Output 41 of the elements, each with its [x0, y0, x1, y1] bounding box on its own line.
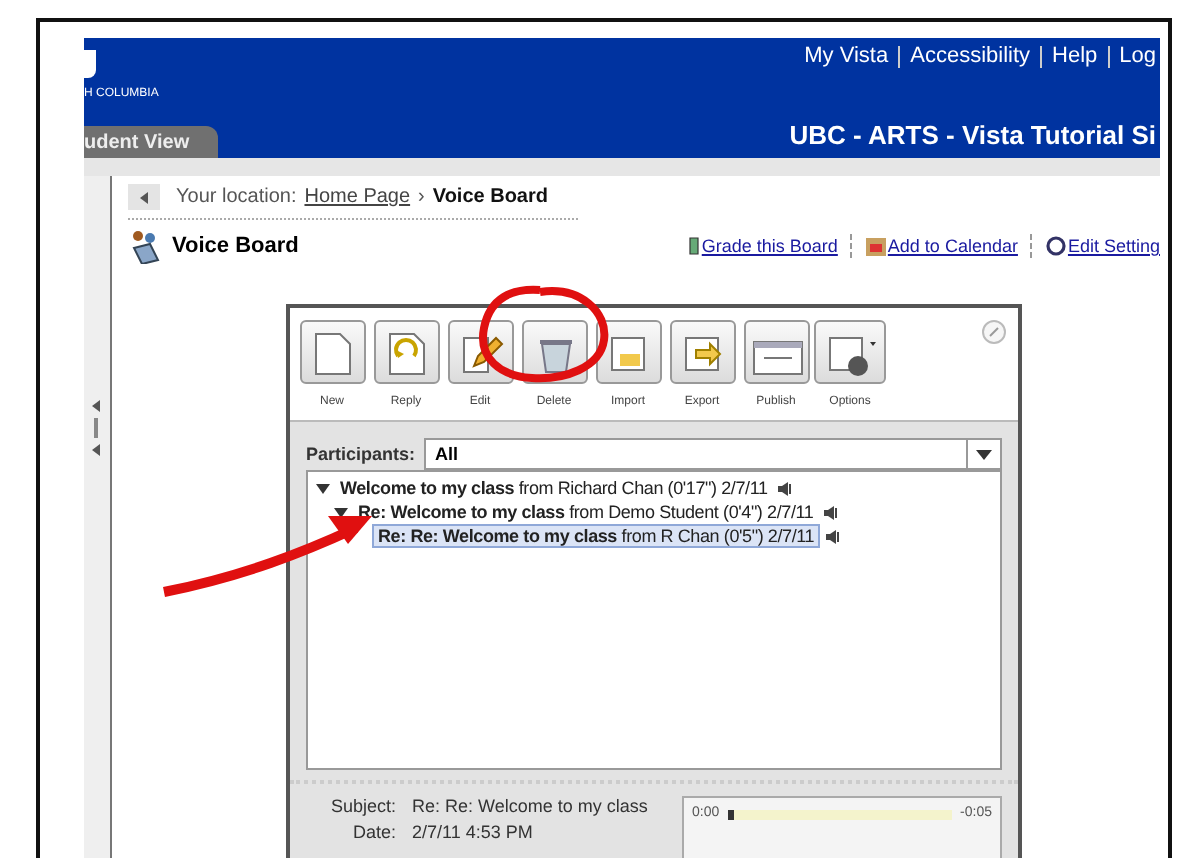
pencil-icon [463, 336, 504, 373]
logo-icon [84, 50, 96, 78]
export-icon [685, 337, 722, 371]
date-label: Date: [352, 822, 396, 842]
back-arrow-icon [140, 191, 148, 203]
playback-track[interactable] [727, 810, 953, 820]
import-icon [611, 337, 645, 371]
message-item[interactable]: Welcome to my class from Richard Chan (0'17") 2/7/11 [336, 478, 772, 498]
reply-icon [389, 333, 425, 375]
breadcrumb-separator: › [418, 186, 425, 208]
speaker-icon [823, 505, 840, 519]
participants-label: Participants: [306, 444, 416, 464]
breadcrumb-current: Voice Board [432, 186, 548, 208]
trash-icon [540, 340, 572, 373]
subject-value: Re: Re: Welcome to my class [412, 796, 648, 816]
people-icon [128, 228, 160, 264]
subject-label: Subject: [330, 796, 396, 816]
site-title: UBC - ARTS - Vista Tutorial Si [789, 120, 1158, 154]
back-button[interactable] [128, 184, 160, 210]
header-link[interactable]: Help [1052, 44, 1098, 68]
date-value: 2/7/11 4:53 PM [412, 822, 535, 842]
header-link[interactable]: My Vista [804, 44, 889, 68]
view-tab[interactable]: udent View [84, 126, 218, 158]
message-item[interactable]: Re: Re: Welcome to my class from R Chan (0'5") 2/7/11 [372, 524, 821, 548]
page-icon [315, 333, 351, 375]
page-title: Voice Board [172, 234, 299, 258]
header-link[interactable]: Log [1119, 44, 1156, 68]
dropdown-arrow-icon [976, 449, 992, 459]
expand-triangle-icon[interactable] [334, 507, 348, 517]
participants-dropdown[interactable]: All [423, 438, 1002, 470]
breadcrumb-link[interactable]: Home Page [304, 186, 411, 208]
action-link[interactable]: Grade this Board [687, 236, 838, 256]
expand-triangle-icon[interactable] [316, 483, 330, 493]
action-link[interactable]: Edit Setting [1045, 236, 1160, 256]
location-label: Your location: [176, 186, 297, 208]
header-link[interactable]: Accessibility [910, 44, 1031, 68]
action-link[interactable]: Add to Calendar [865, 236, 1018, 256]
collapse-handle-icon[interactable] [92, 400, 102, 456]
speaker-icon [826, 529, 843, 543]
speaker-icon [777, 481, 794, 495]
web-page-icon [753, 341, 803, 375]
